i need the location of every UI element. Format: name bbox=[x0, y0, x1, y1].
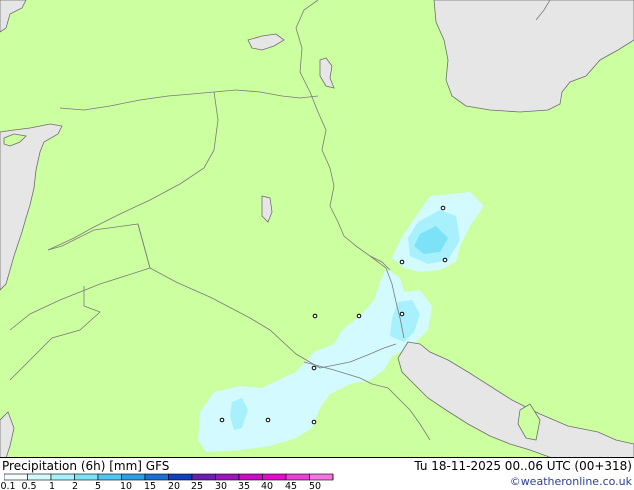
legend-color-swatch bbox=[27, 473, 52, 481]
station-marker bbox=[219, 417, 225, 423]
legend-tick-label: 2 bbox=[71, 481, 79, 490]
legend-tick-label: 45 bbox=[284, 481, 298, 490]
legend-color-swatch bbox=[144, 473, 169, 481]
weather-map-view: Precipitation (6h) [mm] GFS Tu 18-11-202… bbox=[0, 0, 634, 490]
legend-tick-label: 10 bbox=[119, 481, 133, 490]
station-marker bbox=[440, 205, 446, 211]
legend-tick-label: 15 bbox=[143, 481, 157, 490]
legend-tick-label: 0.1 bbox=[0, 481, 16, 490]
legend-tick-label: 20 bbox=[167, 481, 181, 490]
legend-color-swatch bbox=[74, 473, 99, 481]
station-marker bbox=[399, 311, 405, 317]
legend-color-swatch bbox=[97, 473, 122, 481]
station-marker bbox=[442, 257, 448, 263]
legend-tick-label: 0.5 bbox=[21, 481, 37, 490]
precipitation-legend: 0.1 0.5 1 2 5 10 15 20 25 30 35 40 45 50 bbox=[0, 473, 334, 490]
legend-color-swatch bbox=[285, 473, 310, 481]
legend-color-swatch bbox=[50, 473, 75, 481]
station-marker bbox=[311, 419, 317, 425]
legend-color-swatch bbox=[191, 473, 216, 481]
legend-color-swatch bbox=[238, 473, 263, 481]
legend-color-swatch bbox=[4, 473, 28, 481]
station-marker bbox=[312, 313, 318, 319]
legend-color-swatch bbox=[262, 473, 287, 481]
precipitation-map bbox=[0, 0, 634, 458]
map-title: Precipitation (6h) [mm] GFS bbox=[2, 459, 170, 473]
legend-tick-label: 25 bbox=[190, 481, 204, 490]
station-marker bbox=[265, 417, 271, 423]
legend-color-swatch bbox=[215, 473, 240, 481]
station-marker bbox=[399, 259, 405, 265]
legend-tick-label: 40 bbox=[260, 481, 274, 490]
legend-tick-label: 30 bbox=[214, 481, 228, 490]
source-credit: ©weatheronline.co.uk bbox=[509, 475, 632, 488]
legend-color-swatch bbox=[121, 473, 146, 481]
forecast-timestamp: Tu 18-11-2025 00..06 UTC (00+318) bbox=[414, 459, 632, 473]
legend-color-swatch bbox=[168, 473, 193, 481]
station-marker bbox=[356, 313, 362, 319]
legend-color-swatch bbox=[309, 473, 334, 481]
legend-tick-label: 35 bbox=[237, 481, 251, 490]
legend-tick-label: 1 bbox=[48, 481, 56, 490]
station-marker bbox=[311, 365, 317, 371]
legend-tick-label: 5 bbox=[94, 481, 102, 490]
legend-tick-label: 50 bbox=[308, 481, 322, 490]
